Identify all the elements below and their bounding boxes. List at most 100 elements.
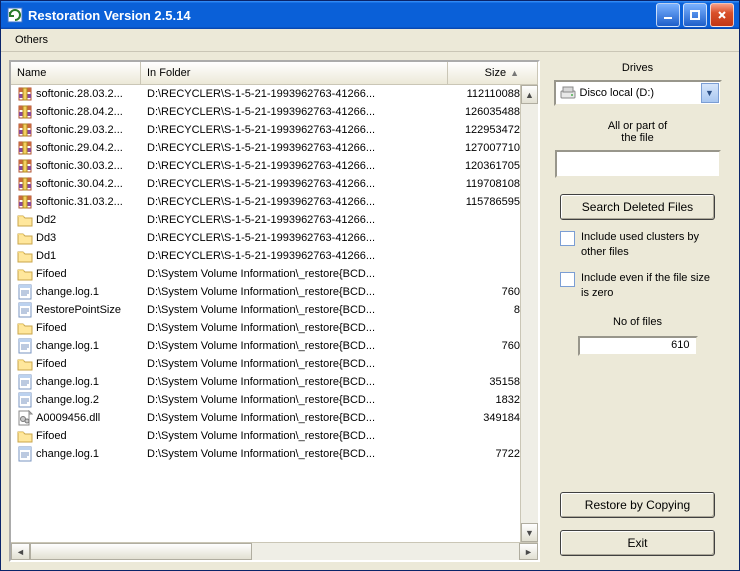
file-name: softonic.30.03.2...: [36, 160, 123, 172]
folder-icon: [17, 320, 33, 336]
horizontal-scrollbar[interactable]: ◄ ►: [11, 542, 538, 560]
col-name[interactable]: Name: [11, 62, 141, 84]
archive-icon: [17, 86, 33, 102]
rows-viewport: softonic.28.03.2...D:\RECYCLER\S-1-5-21-…: [11, 85, 538, 542]
table-row[interactable]: FifoedD:\System Volume Information\_rest…: [11, 427, 538, 445]
drive-select[interactable]: Disco local (D:) ▼: [554, 80, 722, 106]
table-row[interactable]: softonic.29.03.2... D:\RECYCLER\S-1-5-21-…: [11, 121, 538, 139]
window-title: Restoration Version 2.5.14: [28, 8, 191, 23]
table-row[interactable]: softonic.30.03.2... D:\RECYCLER\S-1-5-21-…: [11, 157, 538, 175]
table-row[interactable]: Fifoed D:\System Volume Information\_rest…: [11, 355, 538, 373]
file-folder: D:\RECYCLER\S-1-5-21-1993962763-41266...: [141, 106, 448, 118]
table-row[interactable]: softonic.28.03.2...D:\RECYCLER\S-1-5-21-…: [11, 85, 538, 103]
file-name: softonic.31.03.2...: [36, 196, 123, 208]
file-name: change.log.1: [36, 376, 99, 388]
scroll-up-button[interactable]: ▲: [521, 85, 538, 104]
col-size[interactable]: Size▲: [448, 62, 538, 84]
checkbox-icon[interactable]: [560, 231, 575, 246]
sort-indicator-icon: ▲: [510, 68, 519, 78]
file-folder: D:\RECYCLER\S-1-5-21-1993962763-41266...: [141, 250, 448, 262]
file-name: Fifoed: [36, 430, 67, 442]
file-folder: D:\System Volume Information\_restore{BC…: [141, 376, 448, 388]
scroll-track[interactable]: [521, 104, 538, 523]
app-window: Restoration Version 2.5.14 Others Name I…: [0, 0, 740, 571]
table-row[interactable]: softonic.31.03.2... D:\RECYCLER\S-1-5-21-…: [11, 193, 538, 211]
file-folder: D:\RECYCLER\S-1-5-21-1993962763-41266...: [141, 124, 448, 136]
minimize-button[interactable]: [656, 3, 680, 27]
file-folder: D:\RECYCLER\S-1-5-21-1993962763-41266...: [141, 160, 448, 172]
table-row[interactable]: change.log.1 D:\System Volume Information…: [11, 373, 538, 391]
folder-icon: [17, 356, 33, 372]
table-row[interactable]: softonic.28.04.2...D:\RECYCLER\S-1-5-21-…: [11, 103, 538, 121]
table-row[interactable]: A0009456.dll D:\System Volume Information…: [11, 409, 538, 427]
table-row[interactable]: RestorePointSizeD:\System Volume Informa…: [11, 301, 538, 319]
scroll-h-track[interactable]: [30, 543, 519, 560]
archive-icon: [17, 158, 33, 174]
dropdown-arrow-icon[interactable]: ▼: [701, 83, 719, 103]
file-folder: D:\System Volume Information\_restore{BC…: [141, 322, 448, 334]
drive-icon: [560, 86, 576, 100]
filename-filter-input[interactable]: [555, 150, 721, 178]
file-name: Fifoed: [36, 268, 67, 280]
file-name: Dd1: [36, 250, 56, 262]
include-zero-checkbox[interactable]: Include even if the file size is zero: [560, 271, 715, 302]
table-row[interactable]: change.log.2D:\System Volume Information…: [11, 391, 538, 409]
folder-icon: [17, 248, 33, 264]
file-folder: D:\RECYCLER\S-1-5-21-1993962763-41266...: [141, 196, 448, 208]
file-name: A0009456.dll: [36, 412, 100, 424]
file-folder: D:\System Volume Information\_restore{BC…: [141, 358, 448, 370]
include-used-label: Include used clusters by other files: [581, 230, 715, 261]
archive-icon: [17, 176, 33, 192]
table-row[interactable]: softonic.30.04.2...D:\RECYCLER\S-1-5-21-…: [11, 175, 538, 193]
scroll-left-button[interactable]: ◄: [11, 543, 30, 560]
file-name: Dd2: [36, 214, 56, 226]
scroll-h-thumb[interactable]: [30, 543, 252, 560]
title-bar[interactable]: Restoration Version 2.5.14: [1, 1, 739, 29]
table-row[interactable]: change.log.1 D:\System Volume Information…: [11, 283, 538, 301]
log-icon: [17, 284, 33, 300]
col-folder[interactable]: In Folder: [141, 62, 448, 84]
dll-icon: [17, 410, 33, 426]
file-folder: D:\System Volume Information\_restore{BC…: [141, 412, 448, 424]
folder-icon: [17, 212, 33, 228]
file-folder: D:\System Volume Information\_restore{BC…: [141, 394, 448, 406]
exit-button[interactable]: Exit: [560, 530, 715, 556]
checkbox-icon[interactable]: [560, 272, 575, 287]
file-count-value: 610: [578, 336, 698, 356]
table-row[interactable]: FifoedD:\System Volume Information\_rest…: [11, 265, 538, 283]
archive-icon: [17, 122, 33, 138]
file-folder: D:\System Volume Information\_restore{BC…: [141, 340, 448, 352]
file-folder: D:\System Volume Information\_restore{BC…: [141, 286, 448, 298]
file-name: change.log.1: [36, 448, 99, 460]
file-name: change.log.1: [36, 340, 99, 352]
app-icon: [7, 7, 23, 23]
file-name: change.log.1: [36, 286, 99, 298]
restore-button[interactable]: Restore by Copying: [560, 492, 715, 518]
scroll-right-button[interactable]: ►: [519, 543, 538, 560]
folder-icon: [17, 266, 33, 282]
log-icon: [17, 302, 33, 318]
archive-icon: [17, 104, 33, 120]
menu-others[interactable]: Others: [7, 32, 56, 48]
file-name: Fifoed: [36, 358, 67, 370]
drives-label: Drives: [622, 62, 653, 74]
table-row[interactable]: Dd2 D:\RECYCLER\S-1-5-21-1993962763-41266…: [11, 211, 538, 229]
search-button[interactable]: Search Deleted Files: [560, 194, 715, 220]
table-row[interactable]: FifoedD:\System Volume Information\_rest…: [11, 319, 538, 337]
scroll-down-button[interactable]: ▼: [521, 523, 538, 542]
column-headers: Name In Folder Size▲: [11, 62, 538, 85]
folder-icon: [17, 230, 33, 246]
table-row[interactable]: Dd3D:\RECYCLER\S-1-5-21-1993962763-41266…: [11, 229, 538, 247]
include-used-checkbox[interactable]: Include used clusters by other files: [560, 230, 715, 261]
table-row[interactable]: change.log.1D:\System Volume Information…: [11, 445, 538, 463]
file-name: softonic.29.03.2...: [36, 124, 123, 136]
table-row[interactable]: Dd1 D:\RECYCLER\S-1-5-21-1993962763-41266…: [11, 247, 538, 265]
file-folder: D:\RECYCLER\S-1-5-21-1993962763-41266...: [141, 214, 448, 226]
table-row[interactable]: change.log.1 D:\System Volume Information…: [11, 337, 538, 355]
include-zero-label: Include even if the file size is zero: [581, 271, 715, 302]
maximize-button[interactable]: [683, 3, 707, 27]
log-icon: [17, 374, 33, 390]
vertical-scrollbar[interactable]: ▲ ▼: [520, 85, 538, 542]
table-row[interactable]: softonic.29.04.2...D:\RECYCLER\S-1-5-21-…: [11, 139, 538, 157]
close-button[interactable]: [710, 3, 734, 27]
